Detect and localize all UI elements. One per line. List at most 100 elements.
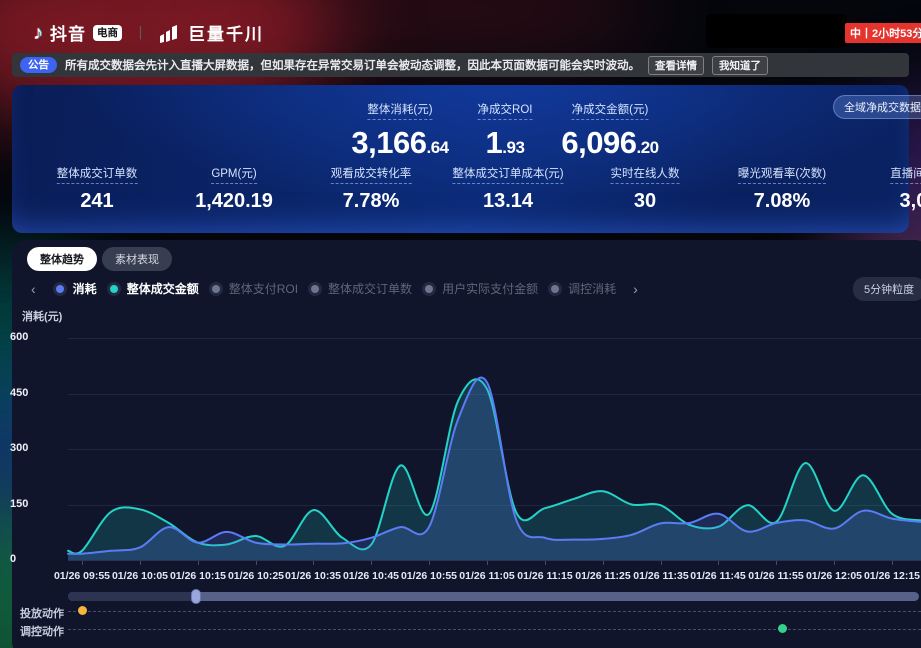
metric-label[interactable]: 直播间整体 — [890, 165, 921, 184]
trend-card: 整体趋势 素材表现 ‹ 消耗 整体成交金额 整体支付ROI 整体成交订单数用户实际支付… — [12, 240, 921, 648]
redacted-area — [706, 14, 847, 48]
metric-label[interactable]: 实时在线人数 — [611, 165, 680, 184]
got-it-button[interactable]: 我知道了 — [712, 56, 768, 75]
secondary-metric: 曝光观看率(次数) 7.08% — [738, 164, 826, 213]
y-axis-title: 消耗(元) — [22, 308, 62, 324]
qianchuan-bars-icon — [159, 23, 181, 43]
legend-dot — [311, 285, 319, 293]
primary-metric: 净成交ROI 1.93 — [478, 100, 533, 161]
metric-label[interactable]: 整体成交订单数 — [57, 165, 138, 184]
secondary-metric: 整体成交订单成本(元) 13.14 — [452, 164, 563, 213]
metric-label[interactable]: 整体消耗(元) — [367, 101, 432, 120]
tab-material-performance[interactable]: 素材表现 — [102, 247, 172, 271]
x-tick-mark — [371, 561, 372, 565]
y-tick-label: 150 — [10, 498, 48, 510]
ecommerce-badge: 电商 — [93, 25, 122, 41]
legend-item[interactable]: 整体支付ROI — [209, 280, 298, 297]
metric-label[interactable]: 净成交ROI — [478, 101, 533, 120]
metrics-panel: 整体消耗(元) 3,166.64 净成交ROI 1.93 净成交金额(元) 6,096.2… — [12, 85, 909, 233]
x-tick-mark — [545, 561, 546, 565]
legend-item[interactable]: 调控消耗 — [548, 280, 616, 297]
brand-divider: 丨 — [133, 22, 148, 43]
brand-logos: ♪ 抖音 电商 丨 巨量千川 — [33, 20, 264, 45]
y-tick-label: 300 — [10, 442, 48, 454]
timeline-dashed-line — [68, 629, 921, 630]
primary-metric: 整体消耗(元) 3,166.64 — [351, 100, 448, 161]
data-scope-label: 全域净成交数据 — [844, 99, 921, 115]
metric-value: 1,420.19 — [195, 190, 273, 213]
metric-value: 6,096.20 — [561, 125, 658, 161]
legend-label: 整体成交金额 — [127, 280, 199, 297]
gridline — [68, 394, 921, 395]
metric-label[interactable]: 观看成交转化率 — [331, 165, 412, 184]
metric-label[interactable]: 整体成交订单成本(元) — [452, 165, 563, 184]
metric-value: 7.08% — [738, 190, 826, 213]
x-tick-mark — [313, 561, 314, 565]
metric-value: 7.78% — [331, 190, 412, 213]
x-tick-mark — [718, 561, 719, 565]
timeline-dashed-line — [68, 611, 921, 612]
legend-label: 整体成交订单数 — [328, 280, 412, 297]
y-tick-label: 600 — [10, 331, 48, 343]
timeline-marker-dot[interactable] — [778, 624, 787, 633]
legend-dot — [212, 285, 220, 293]
legend-label: 调控消耗 — [568, 280, 616, 297]
metric-label[interactable]: 曝光观看率(次数) — [738, 165, 826, 184]
qianchuan-logo-text: 巨量千川 — [188, 20, 264, 45]
view-details-button[interactable]: 查看详情 — [648, 56, 704, 75]
y-tick-label: 0 — [10, 553, 48, 565]
y-tick-label: 450 — [10, 387, 48, 399]
x-tick-mark — [661, 561, 662, 565]
scrollbar-handle[interactable] — [191, 589, 201, 604]
legend-item[interactable]: 用户实际支付金额 — [422, 280, 538, 297]
granularity-selector[interactable]: 5分钟粒度 — [853, 277, 921, 301]
legend-next-icon[interactable]: › — [630, 282, 641, 296]
metric-label[interactable]: GPM(元) — [211, 165, 256, 184]
legend-label: 整体支付ROI — [229, 280, 298, 297]
x-tick-mark — [256, 561, 257, 565]
secondary-metric: 实时在线人数30 — [611, 164, 680, 213]
x-tick-mark — [82, 561, 83, 565]
legend-dot — [425, 285, 433, 293]
secondary-metric: 观看成交转化率 7.78% — [331, 164, 412, 213]
chart-scrollbar[interactable] — [68, 592, 919, 601]
secondary-metric: 整体成交订单数 241 — [57, 164, 138, 213]
dashboard-page: ♪ 抖音 电商 丨 巨量千川 中丨2小时53分钟 丨 公告 所有成交数据会先计入… — [0, 0, 921, 648]
gridline — [68, 505, 921, 506]
douyin-logo-text: 抖音 — [50, 20, 86, 45]
legend-item[interactable]: 整体成交订单数 — [308, 280, 412, 297]
legend-row: ‹ 消耗 整体成交金额 整体支付ROI 整体成交订单数用户实际支付金额 调控消耗 › — [28, 280, 641, 297]
legend-dot-icon — [107, 282, 121, 296]
gridline — [68, 560, 921, 561]
timeline-label: 调控动作 — [20, 623, 64, 639]
legend-items: 消耗 整体成交金额 整体支付ROI 整体成交订单数用户实际支付金额 调控消耗 — [48, 280, 621, 297]
tab-overall-trend[interactable]: 整体趋势 — [27, 247, 97, 271]
x-tick-mark — [198, 561, 199, 565]
notice-bar: 公告 所有成交数据会先计入直播大屏数据，但如果存在异常交易订单会被动态调整，因此… — [12, 53, 909, 77]
timeline-marker-dot[interactable] — [78, 606, 87, 615]
x-tick-mark — [429, 561, 430, 565]
topbar: ♪ 抖音 电商 丨 巨量千川 中丨2小时53分钟 丨 — [0, 0, 921, 55]
timeline-label: 投放动作 — [20, 605, 64, 621]
legend-dot — [56, 285, 64, 293]
legend-dot-icon — [422, 282, 436, 296]
x-tick-mark — [834, 561, 835, 565]
metric-value: 3,166.64 — [351, 125, 448, 161]
secondary-metric: GPM(元) 1,420.19 — [195, 164, 273, 213]
data-scope-selector[interactable]: 全域净成交数据 ∨ — [833, 95, 921, 119]
legend-label: 消耗 — [73, 280, 97, 297]
metric-value: 1.93 — [478, 125, 533, 161]
notice-badge: 公告 — [20, 57, 57, 73]
legend-item[interactable]: 整体成交金额 — [107, 280, 199, 297]
gridline — [68, 449, 921, 450]
metric-label[interactable]: 净成交金额(元) — [572, 101, 649, 120]
x-tick-mark — [892, 561, 893, 565]
scrollbar-track-left — [68, 592, 196, 601]
live-timer-badge: 中丨2小时53分钟 — [845, 23, 921, 43]
legend-prev-icon[interactable]: ‹ — [28, 282, 39, 296]
metric-value: 13.14 — [452, 190, 563, 213]
legend-item[interactable]: 消耗 — [53, 280, 97, 297]
x-tick-mark — [776, 561, 777, 565]
metric-value: 241 — [57, 190, 138, 213]
legend-dot-icon — [53, 282, 67, 296]
